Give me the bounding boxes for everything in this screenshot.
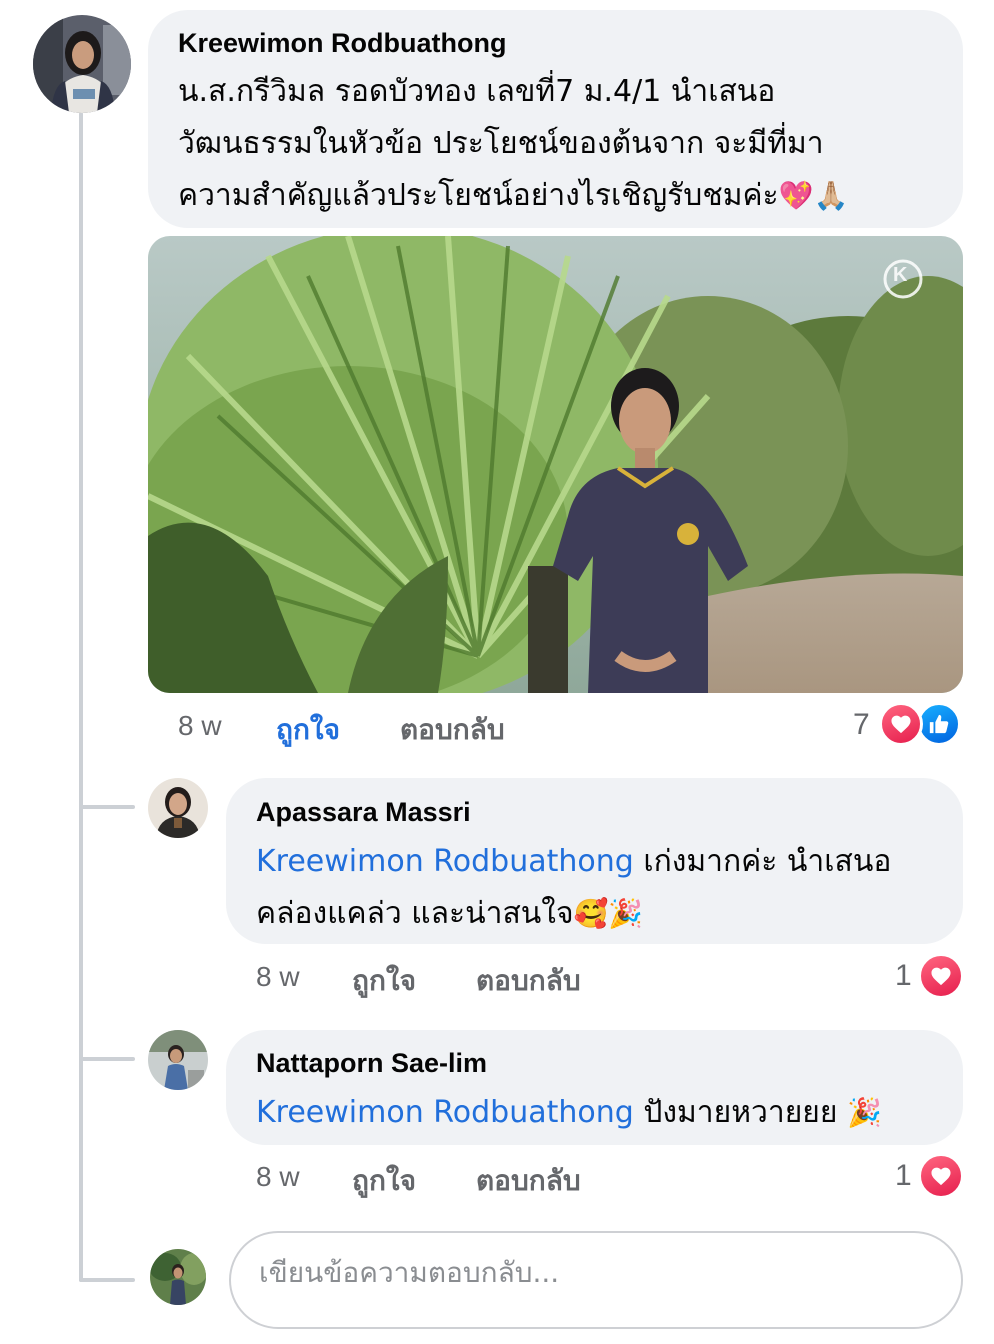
reply-reply-button-2[interactable]: ตอบกลับ: [476, 1159, 581, 1203]
reply-button[interactable]: ตอบกลับ: [400, 708, 505, 752]
like-button[interactable]: ถูกใจ: [276, 708, 340, 752]
comment-text-line-3: ความสำคัญแล้วประโยชน์อย่างไรเชิญรับชมค่ะ…: [178, 172, 848, 219]
reply-composer[interactable]: [229, 1231, 963, 1329]
reply-text-1-part-1: เก่งมากค่ะ นำเสนอ: [633, 844, 892, 879]
thread-line-branch-3: [79, 1278, 135, 1282]
thread-line-branch-1: [79, 805, 135, 809]
reply-author-1[interactable]: Apassara Massri: [256, 797, 471, 828]
thumbs-up-icon[interactable]: [917, 702, 961, 746]
avatar-kreewimon[interactable]: [33, 15, 131, 113]
reply-author-2[interactable]: Nattaporn Sae-lim: [256, 1048, 487, 1079]
reply-reply-button-1[interactable]: ตอบกลับ: [476, 959, 581, 1003]
reply-text-1-line-1: Kreewimon Rodbuathong เก่งมากค่ะ นำเสนอ: [256, 838, 891, 885]
avatar-current-user[interactable]: [150, 1249, 206, 1305]
thread-line-branch-2: [79, 1057, 135, 1061]
mention-link-1[interactable]: Kreewimon Rodbuathong: [256, 844, 634, 879]
reply-reaction-count-1[interactable]: 1: [895, 959, 912, 993]
comment-text-line-2: วัฒนธรรมในหัวข้อ ประโยชน์ของต้นจาก จะมีท…: [178, 126, 824, 161]
reply-text-1-part-2: คล่องแคล่ว และน่าสนใจ: [256, 896, 574, 931]
party-popper-emoji: 🎉: [846, 1096, 882, 1129]
video-watermark: K: [893, 264, 908, 286]
thread-line-vertical: [79, 112, 83, 1282]
heart-icon[interactable]: [879, 702, 923, 746]
reply-timestamp-2[interactable]: 8 w: [256, 1161, 300, 1193]
reply-like-button-2[interactable]: ถูกใจ: [352, 1159, 416, 1203]
smiling-hearts-and-party-emoji: 🥰🎉: [573, 897, 644, 930]
avatar-nattaporn[interactable]: [148, 1030, 208, 1090]
reply-like-button-1[interactable]: ถูกใจ: [352, 959, 416, 1003]
reply-input[interactable]: [259, 1247, 919, 1297]
reply-reaction-count-2[interactable]: 1: [895, 1159, 912, 1193]
comment-text-line-3-text: ความสำคัญแล้วประโยชน์อย่างไรเชิญรับชมค่ะ: [178, 178, 779, 213]
video-attachment[interactable]: K: [148, 236, 963, 693]
reaction-count[interactable]: 7: [853, 708, 870, 742]
sparkling-heart-and-pray-emoji: 💖🙏🏼: [778, 179, 849, 212]
mention-link-2[interactable]: Kreewimon Rodbuathong: [256, 1095, 634, 1130]
comment-timestamp[interactable]: 8 w: [178, 710, 222, 742]
reply-text-1-line-2: คล่องแคล่ว และน่าสนใจ🥰🎉: [256, 890, 643, 937]
reply-text-2-part-1: ปังมายหวายยย: [633, 1095, 847, 1130]
comment-author[interactable]: Kreewimon Rodbuathong: [178, 28, 506, 59]
heart-icon[interactable]: [918, 953, 964, 999]
avatar-apassara[interactable]: [148, 778, 208, 838]
comment-text-line-1: น.ส.กรีวิมล รอดบัวทอง เลขที่7 ม.4/1 นำเส…: [178, 74, 776, 109]
reply-text-2-line-1: Kreewimon Rodbuathong ปังมายหวายยย 🎉: [256, 1089, 882, 1136]
heart-icon[interactable]: [918, 1153, 964, 1199]
reply-timestamp-1[interactable]: 8 w: [256, 961, 300, 993]
